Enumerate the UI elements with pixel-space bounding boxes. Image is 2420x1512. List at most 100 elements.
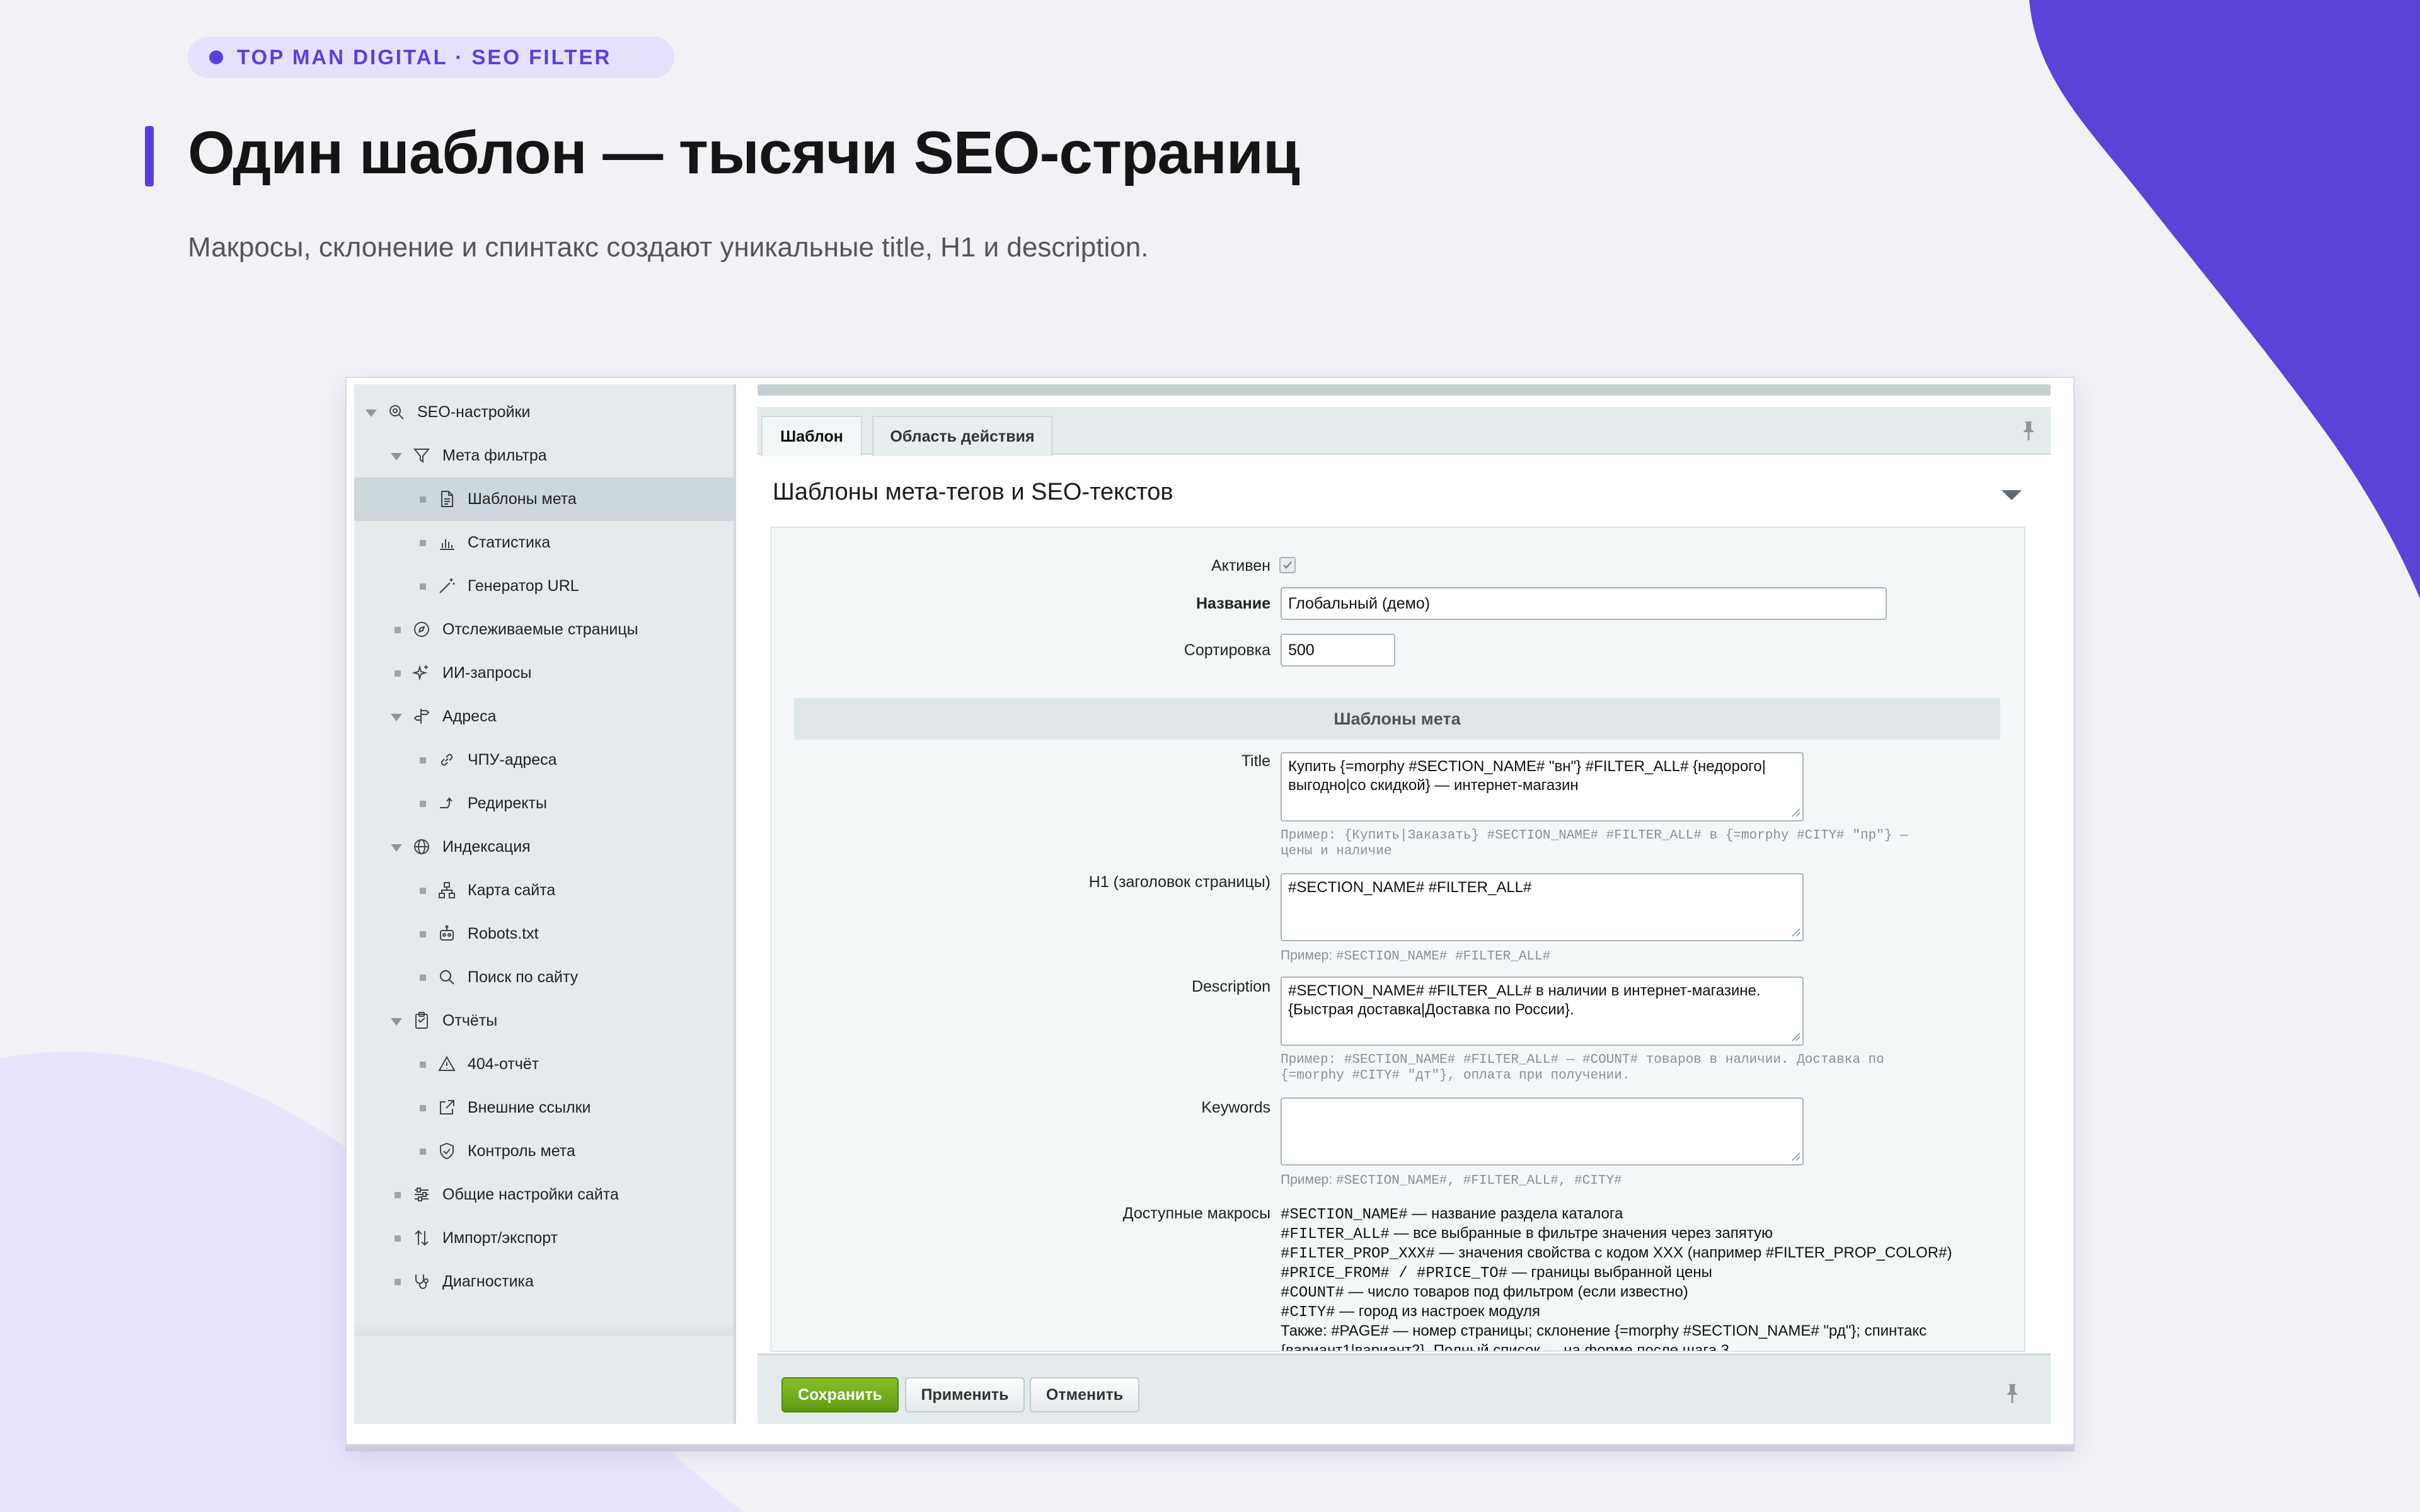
tabs-bar: Шаблон Область действия bbox=[758, 407, 2051, 456]
macro-line: #COUNT# — число товаров под фильтром (ес… bbox=[1281, 1283, 2024, 1302]
macro-code: #FILTER_PROP_XXX# bbox=[1281, 1246, 1435, 1263]
hint-prefix: Пример: bbox=[1281, 1172, 1336, 1187]
warning-icon bbox=[436, 1053, 458, 1075]
save-button[interactable]: Сохранить bbox=[781, 1377, 899, 1412]
macro-code: #SECTION_NAME# bbox=[1281, 1206, 1408, 1223]
bullet bbox=[395, 670, 401, 677]
sidebar-item-label: Отчёты bbox=[442, 1012, 498, 1029]
sidebar-item-statistics[interactable]: Статистика bbox=[354, 521, 734, 564]
sidebar-item-label: ЧПУ-адреса bbox=[468, 751, 557, 769]
title-hint-line: Пример: {Купить|Заказать} #SECTION_NAME#… bbox=[1281, 828, 1908, 843]
expand-arrow-icon[interactable] bbox=[366, 410, 377, 417]
page-subtitle: Макросы, склонение и спинтакс создают ун… bbox=[188, 232, 1149, 263]
h1-hint-value: #SECTION_NAME# #FILTER_ALL# bbox=[1335, 949, 1551, 964]
apply-button[interactable]: Применить bbox=[905, 1377, 1025, 1412]
globe-icon bbox=[411, 836, 432, 857]
macro-text: — значения свойства с кодом XXX (наприме… bbox=[1434, 1244, 1952, 1261]
sidebar-item-label: Карта сайта bbox=[468, 881, 556, 899]
sidebar-item-url-generator[interactable]: Генератор URL bbox=[354, 564, 734, 608]
bullet bbox=[395, 627, 401, 633]
macro-line: #CITY# — город из настроек модуля bbox=[1281, 1302, 2024, 1322]
expand-arrow-icon[interactable] bbox=[391, 1018, 402, 1026]
sort-input[interactable] bbox=[1281, 634, 1395, 667]
tab-template[interactable]: Шаблон bbox=[761, 416, 862, 456]
macro-text: — число товаров под фильтром (если извес… bbox=[1344, 1283, 1688, 1300]
sidebar-item-filter-meta[interactable]: Мета фильтра bbox=[354, 434, 734, 478]
sidebar-item-404-report[interactable]: 404-отчёт bbox=[354, 1043, 734, 1086]
sidebar-item-label: Внешние ссылки bbox=[468, 1099, 591, 1116]
section-title: Шаблоны мета-тегов и SEO-текстов bbox=[773, 479, 1173, 505]
shield-check-icon bbox=[436, 1140, 458, 1162]
sidebar-item-label: 404-отчёт bbox=[468, 1055, 539, 1073]
resize-grip-icon[interactable] bbox=[1791, 1032, 1801, 1042]
macro-line: #SECTION_NAME# — название раздела катало… bbox=[1281, 1205, 2024, 1224]
clipboard-icon bbox=[411, 1010, 432, 1031]
bullet bbox=[420, 1148, 426, 1155]
brand-badge: TOP MAN DIGITAL · SEO FILTER bbox=[188, 37, 674, 78]
sidebar-item-redirects[interactable]: Редиректы bbox=[354, 782, 734, 825]
sidebar-item-label: Отслеживаемые страницы bbox=[442, 621, 638, 638]
main-panel: Шаблон Область действия Шаблоны мета-тег… bbox=[754, 384, 2052, 1424]
expand-arrow-icon[interactable] bbox=[391, 714, 402, 721]
description-textarea[interactable]: #SECTION_NAME# #FILTER_ALL# в наличии в … bbox=[1281, 976, 1804, 1046]
sidebar-item-robots[interactable]: Robots.txt bbox=[354, 912, 734, 956]
expand-arrow-icon[interactable] bbox=[391, 453, 402, 461]
sidebar-item-sitemap[interactable]: Карта сайта bbox=[354, 869, 734, 912]
sidebar-item-import-export[interactable]: Импорт/экспорт bbox=[354, 1217, 734, 1260]
sidebar-item-meta-templates[interactable]: Шаблоны мета bbox=[354, 478, 734, 521]
sidebar-item-label: Шаблоны мета bbox=[468, 490, 577, 508]
pin-icon[interactable] bbox=[2003, 1382, 2022, 1405]
sidebar-item-external-links[interactable]: Внешние ссылки bbox=[354, 1086, 734, 1130]
redirect-arrow-icon bbox=[436, 793, 458, 814]
title-accent-bar bbox=[145, 126, 154, 186]
macro-line: #FILTER_ALL# — все выбранные в фильтре з… bbox=[1281, 1224, 2024, 1244]
sidebar-item-label: Контроль мета bbox=[468, 1142, 575, 1160]
macro-line: Также: #PAGE# — номер страницы; склонени… bbox=[1281, 1322, 2024, 1341]
h1-label: H1 (заголовок страницы) bbox=[1088, 873, 1270, 891]
keywords-textarea[interactable] bbox=[1281, 1097, 1804, 1166]
macro-code: #FILTER_ALL# bbox=[1281, 1226, 1390, 1243]
name-input[interactable] bbox=[1281, 587, 1887, 620]
bullet bbox=[395, 1279, 401, 1285]
sidebar-item-label: SEO-настройки bbox=[417, 403, 531, 421]
form-footer: Сохранить Применить Отменить bbox=[758, 1353, 2051, 1424]
sidebar-item-general-settings[interactable]: Общие настройки сайта bbox=[354, 1173, 734, 1217]
sidebar-item-diagnostics[interactable]: Диагностика bbox=[354, 1260, 734, 1303]
sidebar-item-indexing[interactable]: Индексация bbox=[354, 825, 734, 869]
bullet bbox=[420, 888, 426, 894]
macros-list: #SECTION_NAME# — название раздела катало… bbox=[1281, 1205, 2024, 1351]
sidebar-item-ai-requests[interactable]: ИИ-запросы bbox=[354, 651, 734, 695]
resize-grip-icon[interactable] bbox=[1791, 1152, 1801, 1162]
macro-text: — город из настроек модуля bbox=[1335, 1303, 1540, 1320]
sidebar-item-addresses[interactable]: Адреса bbox=[354, 695, 734, 738]
sidebar-item-meta-control[interactable]: Контроль мета bbox=[354, 1130, 734, 1173]
sidebar-item-friendly-urls[interactable]: ЧПУ-адреса bbox=[354, 738, 734, 782]
resize-grip-icon[interactable] bbox=[1791, 808, 1801, 818]
bullet bbox=[420, 540, 426, 546]
sitemap-icon bbox=[436, 879, 458, 901]
sidebar-item-tracked-pages[interactable]: Отслеживаемые страницы bbox=[354, 608, 734, 651]
bullet bbox=[420, 1105, 426, 1111]
sidebar-item-seo-settings[interactable]: SEO-настройки bbox=[354, 391, 734, 434]
sidebar-item-reports[interactable]: Отчёты bbox=[354, 999, 734, 1043]
sidebar-item-label: Адреса bbox=[442, 707, 497, 725]
sidebar-item-label: ИИ-запросы bbox=[442, 664, 532, 682]
template-form: Активен Название Сортировка Шаблоны мета… bbox=[770, 527, 2025, 1352]
pin-icon[interactable] bbox=[2019, 420, 2038, 442]
tab-scope[interactable]: Область действия bbox=[872, 416, 1052, 456]
robot-icon bbox=[436, 923, 458, 944]
check-icon bbox=[1283, 561, 1292, 569]
resize-grip-icon[interactable] bbox=[1791, 927, 1801, 937]
sort-label: Сортировка bbox=[1184, 641, 1270, 659]
cancel-button[interactable]: Отменить bbox=[1030, 1377, 1139, 1412]
title-textarea[interactable]: Купить {=morphy #SECTION_NAME# "вн"} #FI… bbox=[1281, 752, 1804, 822]
sidebar-item-site-search[interactable]: Поиск по сайту bbox=[354, 956, 734, 999]
collapse-chevron-icon[interactable] bbox=[2002, 490, 2022, 500]
sidebar-item-label: Редиректы bbox=[468, 794, 547, 812]
h1-textarea[interactable]: #SECTION_NAME# #FILTER_ALL# bbox=[1281, 873, 1804, 941]
sliders-icon bbox=[411, 1184, 432, 1205]
top-strip bbox=[758, 384, 2051, 396]
expand-arrow-icon[interactable] bbox=[391, 844, 402, 852]
macro-line: #PRICE_FROM# / #PRICE_TO# — границы выбр… bbox=[1281, 1263, 2024, 1283]
active-checkbox[interactable] bbox=[1279, 557, 1296, 573]
